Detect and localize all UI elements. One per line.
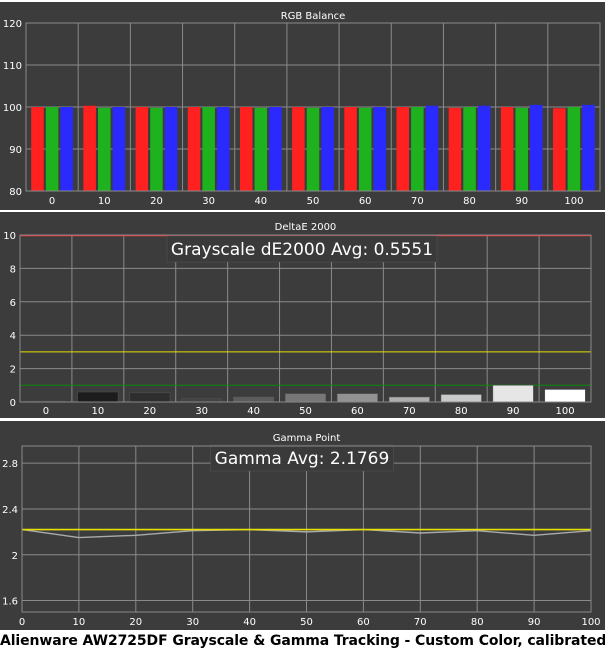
- x-tick-label: 0: [49, 196, 55, 207]
- bar: [129, 392, 171, 403]
- x-tick-label: 40: [243, 617, 256, 628]
- x-tick-label: 40: [254, 196, 267, 207]
- bar-green: [463, 107, 476, 191]
- y-tick-label: 10: [3, 231, 16, 242]
- x-tick-label: 60: [351, 406, 364, 417]
- chart-stage: RGB Balance80901001101200 10 20 30 40 50 60 70 8…: [0, 2, 605, 630]
- bar-red: [239, 107, 253, 191]
- bar-blue: [582, 104, 595, 191]
- y-tick-label: 2: [12, 551, 18, 562]
- bar-red: [448, 107, 462, 191]
- chart-title: Gamma Point: [273, 433, 341, 444]
- y-tick-label: 80: [9, 187, 22, 198]
- bar-red: [344, 107, 357, 191]
- bar-blue: [321, 107, 334, 191]
- x-tick-label: 10: [98, 196, 111, 207]
- x-tick-label: 60: [359, 196, 372, 207]
- bar-green: [306, 107, 320, 191]
- x-tick-label: 30: [202, 196, 215, 207]
- chart-title: DeltaE 2000: [275, 222, 337, 233]
- bar-green: [515, 107, 528, 191]
- y-tick-label: 8: [10, 264, 16, 275]
- bar-green: [45, 107, 59, 191]
- bar: [492, 385, 534, 403]
- bar-red: [553, 108, 566, 191]
- bar-red: [187, 107, 201, 191]
- x-tick-label: 90: [515, 196, 528, 207]
- x-tick-label: 40: [247, 406, 260, 417]
- y-tick-label: 0: [10, 398, 16, 409]
- y-tick-label: 2: [10, 365, 16, 376]
- bar-red: [500, 107, 514, 191]
- x-tick-label: 70: [403, 406, 416, 417]
- x-tick-label: 100: [581, 617, 600, 628]
- x-tick-label: 80: [455, 406, 468, 417]
- chart-title: RGB Balance: [281, 11, 346, 22]
- annotation-text: Gamma Avg: 2.1769: [215, 449, 390, 469]
- bar-green: [254, 107, 268, 191]
- y-tick-label: 6: [10, 298, 16, 309]
- x-tick-label: 20: [143, 406, 156, 417]
- annotation-text: Grayscale dE2000 Avg: 0.5551: [171, 240, 433, 260]
- x-tick-label: 0: [19, 617, 25, 628]
- bar-green: [411, 107, 424, 191]
- x-tick-label: 90: [528, 617, 541, 628]
- bar: [544, 389, 586, 403]
- bar: [233, 396, 275, 403]
- bar-blue: [477, 105, 491, 191]
- bar: [440, 394, 482, 403]
- bar-red: [292, 107, 305, 191]
- x-tick-label: 10: [73, 617, 86, 628]
- x-tick-label: 60: [357, 617, 370, 628]
- bar: [77, 391, 119, 403]
- x-tick-label: 70: [414, 617, 427, 628]
- x-tick-label: 80: [471, 617, 484, 628]
- y-tick-label: 1.6: [2, 597, 18, 608]
- bar-blue: [164, 107, 178, 191]
- bar-blue: [425, 105, 439, 191]
- bar-green: [358, 107, 372, 191]
- bar-green: [150, 107, 163, 191]
- figure-caption: Alienware AW2725DF Grayscale & Gamma Tra…: [0, 633, 605, 649]
- x-tick-label: 0: [43, 406, 49, 417]
- x-tick-label: 100: [555, 406, 574, 417]
- y-tick-label: 110: [3, 61, 22, 72]
- bar: [181, 398, 223, 403]
- bar: [336, 393, 378, 403]
- x-tick-label: 50: [300, 617, 313, 628]
- y-tick-label: 4: [10, 331, 16, 342]
- bar: [388, 396, 430, 403]
- x-tick-label: 20: [150, 196, 163, 207]
- bar-green: [567, 107, 581, 191]
- bar-green: [202, 107, 215, 191]
- bar-red: [396, 107, 410, 191]
- bar-blue: [216, 107, 230, 191]
- bar: [285, 393, 326, 403]
- x-tick-label: 50: [307, 196, 320, 207]
- bar-blue: [269, 107, 282, 191]
- x-tick-label: 30: [186, 617, 199, 628]
- x-tick-label: 80: [463, 196, 476, 207]
- bar-green: [98, 107, 111, 191]
- bar-red: [83, 105, 96, 191]
- y-tick-label: 120: [3, 19, 22, 30]
- y-tick-label: 2.8: [2, 459, 18, 470]
- x-tick-label: 10: [91, 406, 104, 417]
- x-tick-label: 30: [195, 406, 208, 417]
- x-tick-label: 70: [411, 196, 424, 207]
- x-tick-label: 20: [129, 617, 142, 628]
- y-tick-label: 90: [9, 145, 22, 156]
- bar-blue: [60, 107, 73, 191]
- y-tick-label: 100: [3, 103, 22, 114]
- bar-red: [135, 107, 149, 191]
- x-tick-label: 90: [507, 406, 520, 417]
- bar-blue: [112, 107, 126, 191]
- bar-red: [31, 107, 44, 191]
- bar-blue: [530, 104, 543, 191]
- bar-blue: [373, 107, 387, 191]
- x-tick-label: 100: [564, 196, 583, 207]
- y-tick-label: 2.4: [2, 505, 18, 516]
- x-tick-label: 50: [299, 406, 312, 417]
